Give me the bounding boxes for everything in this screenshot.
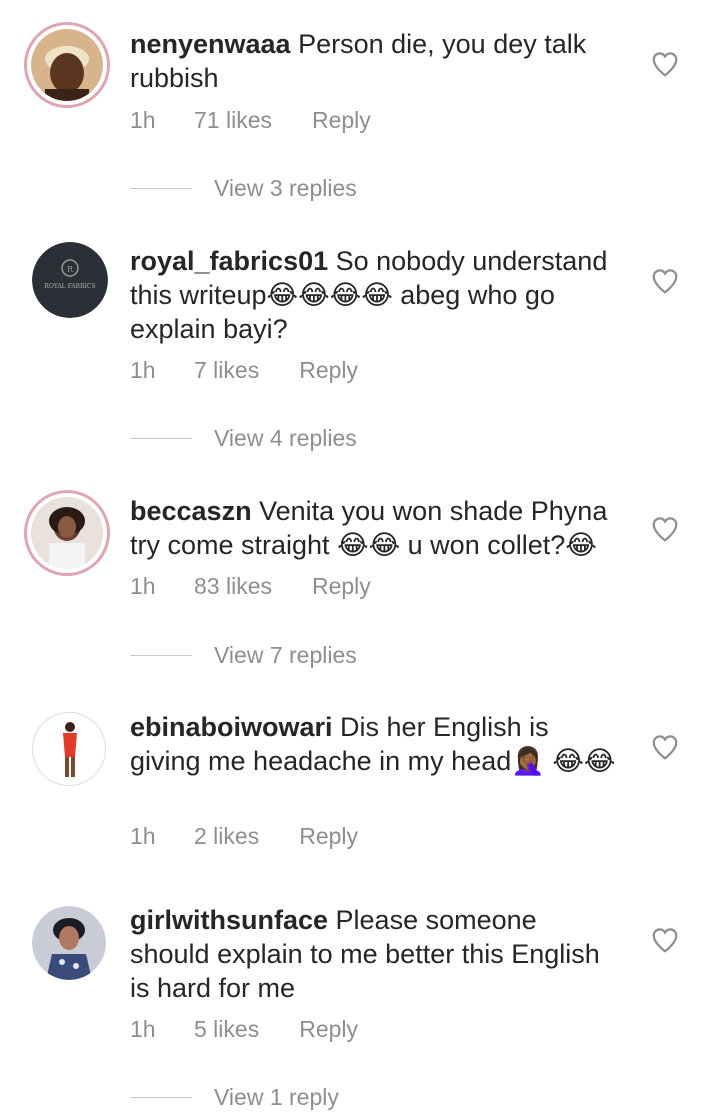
heart-outline-icon[interactable]: [650, 732, 680, 762]
comment-username[interactable]: royal_fabrics01: [130, 246, 328, 276]
view-replies-label: View 1 reply: [214, 1083, 339, 1110]
heart-outline-icon[interactable]: [650, 266, 680, 296]
avatar[interactable]: R ROYAL FABRICS: [32, 242, 108, 318]
heart-outline-icon[interactable]: [650, 49, 680, 79]
comment-time: 1h: [130, 356, 156, 383]
avatar-logo-text: ROYAL FABRICS: [44, 283, 95, 290]
avatar-photo: R ROYAL FABRICS: [32, 242, 108, 318]
comment-likes[interactable]: 83 likes: [194, 573, 272, 600]
comment-likes[interactable]: 71 likes: [194, 107, 272, 134]
view-replies-label: View 3 replies: [214, 174, 357, 201]
reply-button[interactable]: Reply: [312, 107, 371, 134]
comment-username[interactable]: nenyenwaaa: [130, 29, 291, 59]
avatar-photo: [32, 906, 106, 980]
view-replies-line: [130, 1096, 192, 1098]
comment-text: royal_fabrics01 So nobody understand thi…: [130, 244, 620, 346]
comment-time: 1h: [130, 106, 156, 133]
heart-outline-icon[interactable]: [650, 925, 680, 955]
view-replies-label: View 7 replies: [214, 641, 357, 668]
comment-text: beccaszn Venita you won shade Phyna try …: [130, 494, 620, 562]
view-replies-button[interactable]: View 3 replies: [130, 173, 357, 203]
avatar[interactable]: [24, 490, 110, 576]
comment-likes[interactable]: 5 likes: [194, 1016, 259, 1043]
comment-likes[interactable]: 7 likes: [194, 357, 259, 384]
comment-meta: 1h 7 likes Reply: [130, 355, 358, 385]
view-replies-button[interactable]: View 1 reply: [130, 1082, 339, 1112]
comment-username[interactable]: beccaszn: [130, 496, 252, 526]
svg-text:R: R: [67, 265, 74, 274]
avatar[interactable]: [32, 906, 106, 980]
reply-button[interactable]: Reply: [299, 1016, 358, 1043]
comment-text: ebinaboiwowari Dis her English is giving…: [130, 710, 620, 778]
comment-meta: 1h 71 likes Reply: [130, 105, 371, 135]
view-replies-label: View 4 replies: [214, 424, 357, 451]
avatar-photo: [33, 713, 105, 785]
reply-button[interactable]: Reply: [312, 573, 371, 600]
reply-button[interactable]: Reply: [299, 357, 358, 384]
view-replies-button[interactable]: View 7 replies: [130, 640, 357, 670]
comment-username[interactable]: ebinaboiwowari: [130, 712, 333, 742]
view-replies-line: [130, 187, 192, 189]
comment-text: nenyenwaaa Person die, you dey talk rubb…: [130, 27, 620, 95]
comment-text: girlwithsunface Please someone should ex…: [130, 903, 620, 1005]
comment-likes[interactable]: 2 likes: [194, 823, 259, 850]
reply-button[interactable]: Reply: [299, 823, 358, 850]
comment-username[interactable]: girlwithsunface: [130, 905, 328, 935]
avatar-photo: [31, 497, 103, 569]
comment-time: 1h: [130, 822, 156, 849]
heart-outline-icon[interactable]: [650, 514, 680, 544]
comment-time: 1h: [130, 572, 156, 599]
view-replies-line: [130, 437, 192, 439]
comment-meta: 1h 2 likes Reply: [130, 821, 358, 851]
comment-meta: 1h 5 likes Reply: [130, 1014, 358, 1044]
comment-meta: 1h 83 likes Reply: [130, 571, 371, 601]
avatar[interactable]: [32, 712, 106, 786]
view-replies-line: [130, 654, 192, 656]
view-replies-button[interactable]: View 4 replies: [130, 423, 357, 453]
comment-time: 1h: [130, 1015, 156, 1042]
avatar-photo: [31, 29, 103, 101]
avatar[interactable]: [24, 22, 110, 108]
